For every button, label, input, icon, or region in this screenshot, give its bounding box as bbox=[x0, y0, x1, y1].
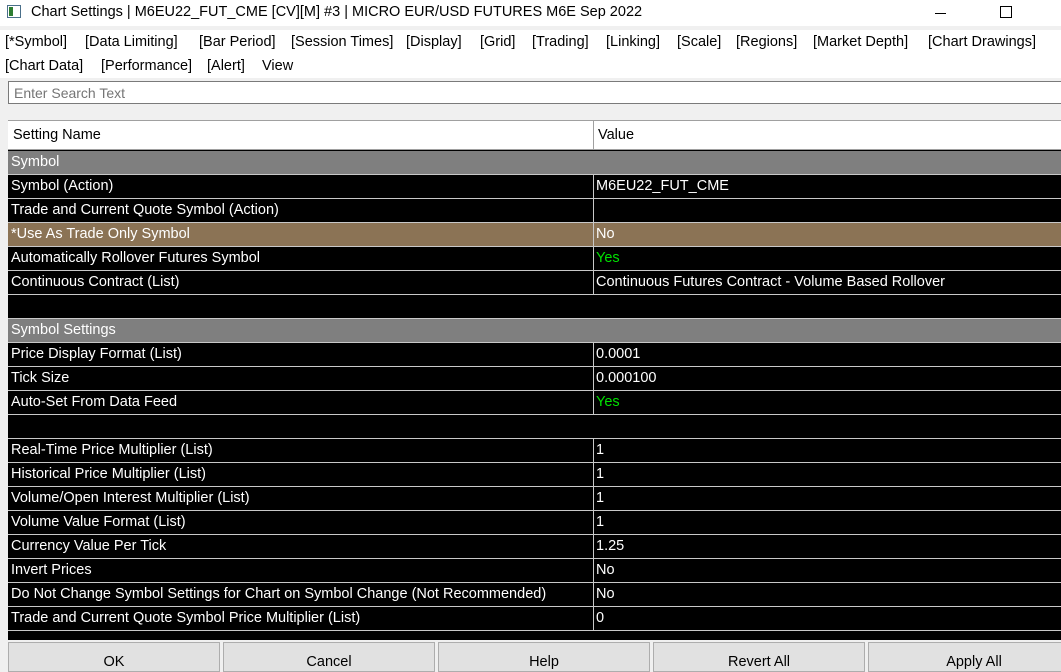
maximize-icon[interactable] bbox=[983, 0, 1029, 26]
tab-data-limiting[interactable]: [Data Limiting] bbox=[85, 34, 178, 50]
tab-alert[interactable]: [Alert] bbox=[207, 58, 245, 74]
setting-row[interactable]: Tick Size 0.000100 bbox=[8, 367, 1061, 391]
spacer-row bbox=[8, 415, 1061, 439]
cancel-button[interactable]: Cancel bbox=[223, 642, 435, 672]
tab-regions[interactable]: [Regions] bbox=[736, 34, 797, 50]
tab-session-times[interactable]: [Session Times] bbox=[291, 34, 393, 50]
setting-row[interactable]: Historical Price Multiplier (List) 1 bbox=[8, 463, 1061, 487]
setting-value[interactable]: 1 bbox=[594, 487, 1061, 510]
tab-linking[interactable]: [Linking] bbox=[606, 34, 660, 50]
setting-row[interactable]: Do Not Change Symbol Settings for Chart … bbox=[8, 583, 1061, 607]
tab-menu: [*Symbol] [Data Limiting] [Bar Period] [… bbox=[0, 30, 1061, 78]
section-title: Symbol bbox=[11, 154, 60, 170]
title-bar: Chart Settings | M6EU22_FUT_CME [CV][M] … bbox=[0, 0, 1061, 26]
setting-value[interactable]: No bbox=[594, 559, 1061, 582]
setting-name: Trade and Current Quote Symbol (Action) bbox=[11, 202, 279, 218]
setting-row[interactable]: Currency Value Per Tick 1.25 bbox=[8, 535, 1061, 559]
column-header-setting-name[interactable]: Setting Name bbox=[13, 127, 101, 143]
section-header[interactable]: Symbol bbox=[8, 151, 1061, 175]
setting-name: Historical Price Multiplier (List) bbox=[11, 466, 206, 482]
setting-value[interactable]: Yes bbox=[594, 391, 1061, 414]
row-divider bbox=[8, 630, 1061, 631]
settings-grid: Setting Name Value Symbol Symbol (Action)… bbox=[8, 120, 1061, 640]
setting-row[interactable]: Volume/Open Interest Multiplier (List) 1 bbox=[8, 487, 1061, 511]
setting-value[interactable]: Continuous Futures Contract - Volume Bas… bbox=[594, 271, 1061, 294]
setting-row[interactable]: Auto-Set From Data Feed Yes bbox=[8, 391, 1061, 415]
spacer-row bbox=[8, 295, 1061, 319]
setting-name: Symbol (Action) bbox=[11, 178, 114, 194]
setting-value[interactable] bbox=[594, 199, 1061, 222]
setting-value[interactable]: 0.0001 bbox=[594, 343, 1061, 366]
column-divider[interactable] bbox=[593, 121, 594, 149]
setting-name: Volume Value Format (List) bbox=[11, 514, 186, 530]
setting-name: Do Not Change Symbol Settings for Chart … bbox=[11, 586, 547, 602]
setting-value[interactable]: 0 bbox=[594, 607, 1061, 630]
setting-name: Volume/Open Interest Multiplier (List) bbox=[11, 490, 250, 506]
setting-value[interactable]: No bbox=[594, 583, 1061, 606]
setting-value[interactable]: 1.25 bbox=[594, 535, 1061, 558]
ok-button[interactable]: OK bbox=[8, 642, 220, 672]
setting-row[interactable]: Price Display Format (List) 0.0001 bbox=[8, 343, 1061, 367]
setting-row[interactable]: Trade and Current Quote Symbol Price Mul… bbox=[8, 607, 1061, 631]
setting-value[interactable]: Yes bbox=[594, 247, 1061, 270]
minimize-icon[interactable] bbox=[917, 0, 963, 26]
setting-name: Price Display Format (List) bbox=[11, 346, 182, 362]
setting-name: Currency Value Per Tick bbox=[11, 538, 167, 554]
window-title: Chart Settings | M6EU22_FUT_CME [CV][M] … bbox=[31, 4, 643, 20]
section-header[interactable]: Symbol Settings bbox=[8, 319, 1061, 343]
tab-symbol[interactable]: [*Symbol] bbox=[5, 34, 67, 50]
tab-chart-data[interactable]: [Chart Data] bbox=[5, 58, 83, 74]
setting-value[interactable]: M6EU22_FUT_CME bbox=[594, 175, 1061, 198]
app-icon bbox=[7, 5, 21, 18]
tab-bar-period[interactable]: [Bar Period] bbox=[199, 34, 276, 50]
button-bar: OK Cancel Help Revert All Apply All bbox=[0, 642, 1061, 672]
tab-display[interactable]: [Display] bbox=[406, 34, 462, 50]
grid-header: Setting Name Value bbox=[8, 120, 1061, 150]
setting-row[interactable]: Real-Time Price Multiplier (List) 1 bbox=[8, 439, 1061, 463]
section-title: Symbol Settings bbox=[11, 322, 116, 338]
setting-value[interactable]: 1 bbox=[594, 439, 1061, 462]
setting-value[interactable]: No bbox=[594, 223, 1061, 246]
setting-name: Trade and Current Quote Symbol Price Mul… bbox=[11, 610, 361, 626]
apply-all-button[interactable]: Apply All bbox=[868, 642, 1061, 672]
tab-view[interactable]: View bbox=[262, 58, 293, 74]
setting-row[interactable]: Invert Prices No bbox=[8, 559, 1061, 583]
setting-name: Auto-Set From Data Feed bbox=[11, 394, 178, 410]
setting-row[interactable]: Trade and Current Quote Symbol (Action) bbox=[8, 199, 1061, 223]
help-button[interactable]: Help bbox=[438, 642, 650, 672]
search-input[interactable] bbox=[8, 81, 1061, 104]
setting-row[interactable]: *Use As Trade Only Symbol No bbox=[8, 223, 1061, 247]
tab-chart-drawings[interactable]: [Chart Drawings] bbox=[928, 34, 1036, 50]
setting-value[interactable]: 1 bbox=[594, 511, 1061, 534]
tab-grid[interactable]: [Grid] bbox=[480, 34, 515, 50]
setting-row[interactable]: Automatically Rollover Futures Symbol Yes bbox=[8, 247, 1061, 271]
setting-row[interactable]: Symbol (Action) M6EU22_FUT_CME bbox=[8, 175, 1061, 199]
tab-scale[interactable]: [Scale] bbox=[677, 34, 721, 50]
tab-market-depth[interactable]: [Market Depth] bbox=[813, 34, 908, 50]
tab-trading[interactable]: [Trading] bbox=[532, 34, 589, 50]
setting-name: Invert Prices bbox=[11, 562, 92, 578]
setting-row[interactable]: Continuous Contract (List) Continuous Fut… bbox=[8, 271, 1061, 295]
revert-all-button[interactable]: Revert All bbox=[653, 642, 865, 672]
setting-name: *Use As Trade Only Symbol bbox=[11, 226, 190, 242]
setting-name: Continuous Contract (List) bbox=[11, 274, 180, 290]
setting-name: Tick Size bbox=[11, 370, 70, 386]
setting-name: Real-Time Price Multiplier (List) bbox=[11, 442, 213, 458]
setting-value[interactable]: 1 bbox=[594, 463, 1061, 486]
setting-row[interactable]: Volume Value Format (List) 1 bbox=[8, 511, 1061, 535]
tab-performance[interactable]: [Performance] bbox=[101, 58, 192, 74]
column-header-value[interactable]: Value bbox=[598, 127, 634, 143]
setting-name: Automatically Rollover Futures Symbol bbox=[11, 250, 261, 266]
setting-value[interactable]: 0.000100 bbox=[594, 367, 1061, 390]
